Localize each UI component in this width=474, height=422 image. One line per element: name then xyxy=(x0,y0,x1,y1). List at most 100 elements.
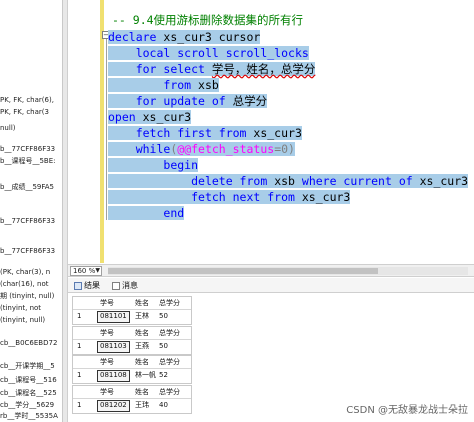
code-keyword: open xyxy=(108,110,136,124)
results-tabs: 结果 消息 xyxy=(68,278,474,293)
explorer-item[interactable]: 期 (tinyint, null) xyxy=(0,292,54,301)
column-header[interactable]: 姓名 xyxy=(135,327,149,339)
code-keyword: fetch next from xyxy=(191,190,295,204)
table-cell[interactable]: 王玮 xyxy=(135,399,149,413)
table-row[interactable]: 1 081103 王燕 50 xyxy=(73,340,191,354)
explorer-item[interactable]: cb__开课学期__5 xyxy=(0,362,55,371)
column-header[interactable]: 学号 xyxy=(100,386,114,398)
code-punct: =0) xyxy=(274,142,295,156)
code-line: -- 9.4使用游标删除数据集的所有行 xyxy=(112,12,303,28)
column-header[interactable]: 总学分 xyxy=(159,297,180,309)
column-header[interactable]: 学号 xyxy=(100,327,114,339)
table-cell[interactable]: 52 xyxy=(159,369,168,383)
result-grid[interactable]: 学号 姓名 总学分 1 081108 林一帆 52 xyxy=(72,355,192,384)
tab-messages[interactable]: 消息 xyxy=(112,280,138,291)
grid-header: 学号 姓名 总学分 xyxy=(73,297,191,310)
column-header[interactable]: 学号 xyxy=(100,356,114,368)
explorer-item[interactable]: b__77CFF86F33 xyxy=(0,145,55,154)
code-keyword: fetch first from xyxy=(135,126,247,140)
sql-editor[interactable]: − -- 9.4使用游标删除数据集的所有行 declare xs_cur3 cu… xyxy=(68,0,474,263)
explorer-item[interactable]: b__77CFF86F33 xyxy=(0,217,55,226)
zoom-select[interactable]: 160 % ▼ xyxy=(70,266,102,276)
column-header[interactable]: 姓名 xyxy=(135,356,149,368)
explorer-item[interactable]: cb__课程名__525 xyxy=(0,389,57,398)
result-grid[interactable]: 学号 姓名 总学分 1 081202 王玮 40 xyxy=(72,385,192,414)
code-comment: -- 9.4使用游标删除数据集的所有行 xyxy=(112,13,304,27)
explorer-item[interactable]: rb__学时__5535A xyxy=(0,412,58,421)
table-cell[interactable]: 40 xyxy=(159,399,168,413)
table-row[interactable]: 1 081108 林一帆 52 xyxy=(73,369,191,383)
grid-header: 学号 姓名 总学分 xyxy=(73,386,191,399)
column-header[interactable]: 总学分 xyxy=(159,386,180,398)
explorer-item[interactable]: (char(16), not xyxy=(0,280,48,289)
explorer-item[interactable]: cb__课程号__516 xyxy=(0,376,57,385)
table-cell[interactable]: 林一帆 xyxy=(135,369,156,383)
table-row[interactable]: 1 081202 王玮 40 xyxy=(73,399,191,413)
tab-results[interactable]: 结果 xyxy=(74,280,100,291)
table-cell[interactable]: 081202 xyxy=(100,399,127,413)
code-text: xs_cur3 xyxy=(246,126,302,140)
code-keyword: declare xyxy=(108,30,157,44)
explorer-item[interactable]: cb__学分__5629 xyxy=(0,401,54,410)
code-keyword: end xyxy=(163,206,185,220)
grid-header: 学号 姓名 总学分 xyxy=(73,356,191,369)
column-header[interactable]: 总学分 xyxy=(159,356,180,368)
table-cell[interactable]: 081108 xyxy=(100,369,127,383)
outline-line xyxy=(106,36,107,220)
code-text: xsb xyxy=(191,78,219,92)
table-cell[interactable]: 50 xyxy=(159,310,168,324)
explorer-item[interactable]: (tinyint, not xyxy=(0,304,41,313)
column-header[interactable]: 姓名 xyxy=(135,297,149,309)
row-number: 1 xyxy=(77,342,82,350)
row-number: 1 xyxy=(77,401,82,409)
code-line: for select 学号，姓名，总学分 xyxy=(108,61,316,77)
table-cell[interactable]: 王燕 xyxy=(135,340,149,354)
explorer-item[interactable]: cb__B0C6EBD72 xyxy=(0,339,57,348)
grid-icon xyxy=(74,281,82,290)
message-icon xyxy=(112,281,120,290)
explorer-item[interactable]: PK, FK, char(6), xyxy=(0,96,54,105)
code-keyword: where current of xyxy=(301,174,413,188)
code-line: delete from xsb where current of xs_cur3 xyxy=(108,173,469,189)
code-keyword: local scroll scroll_locks xyxy=(135,46,309,60)
code-line: begin xyxy=(108,157,199,173)
table-cell[interactable]: 50 xyxy=(159,340,168,354)
code-text: xs_cur3 xyxy=(412,174,469,188)
editor-gutter xyxy=(68,0,96,263)
scrollbar-thumb[interactable] xyxy=(108,268,378,274)
code-keyword: for update of xyxy=(135,94,226,108)
column-header[interactable]: 学号 xyxy=(100,297,114,309)
result-grid[interactable]: 学号 姓名 总学分 1 081101 王林 50 xyxy=(72,296,192,325)
column-header[interactable]: 姓名 xyxy=(135,386,149,398)
explorer-item[interactable]: b__课程号__5BE: xyxy=(0,157,55,166)
table-cell[interactable]: 081101 xyxy=(100,310,127,324)
tab-results-label: 结果 xyxy=(84,281,100,290)
object-explorer: PK, FK, char(6), PK, FK, char(3 null) b_… xyxy=(0,0,63,422)
code-keyword: begin xyxy=(163,158,199,172)
chevron-down-icon[interactable]: ▼ xyxy=(95,267,100,275)
code-text: xs_cur3 xyxy=(135,110,192,124)
explorer-item[interactable]: PK, FK, char(3 xyxy=(0,108,49,117)
table-row[interactable]: 1 081101 王林 50 xyxy=(73,310,191,324)
code-line: from xsb xyxy=(108,77,219,93)
column-header[interactable]: 总学分 xyxy=(159,327,180,339)
explorer-item[interactable]: null) xyxy=(0,124,16,133)
code-text: xsb xyxy=(267,174,302,188)
code-keyword: while xyxy=(135,142,171,156)
table-cell[interactable]: 王林 xyxy=(135,310,149,324)
code-line: fetch next from xs_cur3 xyxy=(108,189,351,205)
code-line: open xs_cur3 xyxy=(108,109,192,125)
code-text: 总学分 xyxy=(232,94,268,108)
horizontal-scrollbar[interactable] xyxy=(108,267,468,275)
explorer-item[interactable]: (PK, char(3), n xyxy=(0,268,50,277)
table-cell[interactable]: 081103 xyxy=(100,340,127,354)
explorer-item[interactable]: b__成绩__59FA5 xyxy=(0,183,54,192)
code-line: while(@@fetch_status=0) xyxy=(108,141,295,157)
row-number: 1 xyxy=(77,371,82,379)
code-line: for update of 总学分 xyxy=(108,93,268,109)
explorer-item[interactable]: b__77CFF86F33 xyxy=(0,247,55,256)
explorer-item[interactable]: (tinyint, null) xyxy=(0,316,45,325)
code-text: 学号，姓名，总学分 xyxy=(211,62,316,76)
tab-messages-label: 消息 xyxy=(122,281,138,290)
result-grid[interactable]: 学号 姓名 总学分 1 081103 王燕 50 xyxy=(72,326,192,355)
